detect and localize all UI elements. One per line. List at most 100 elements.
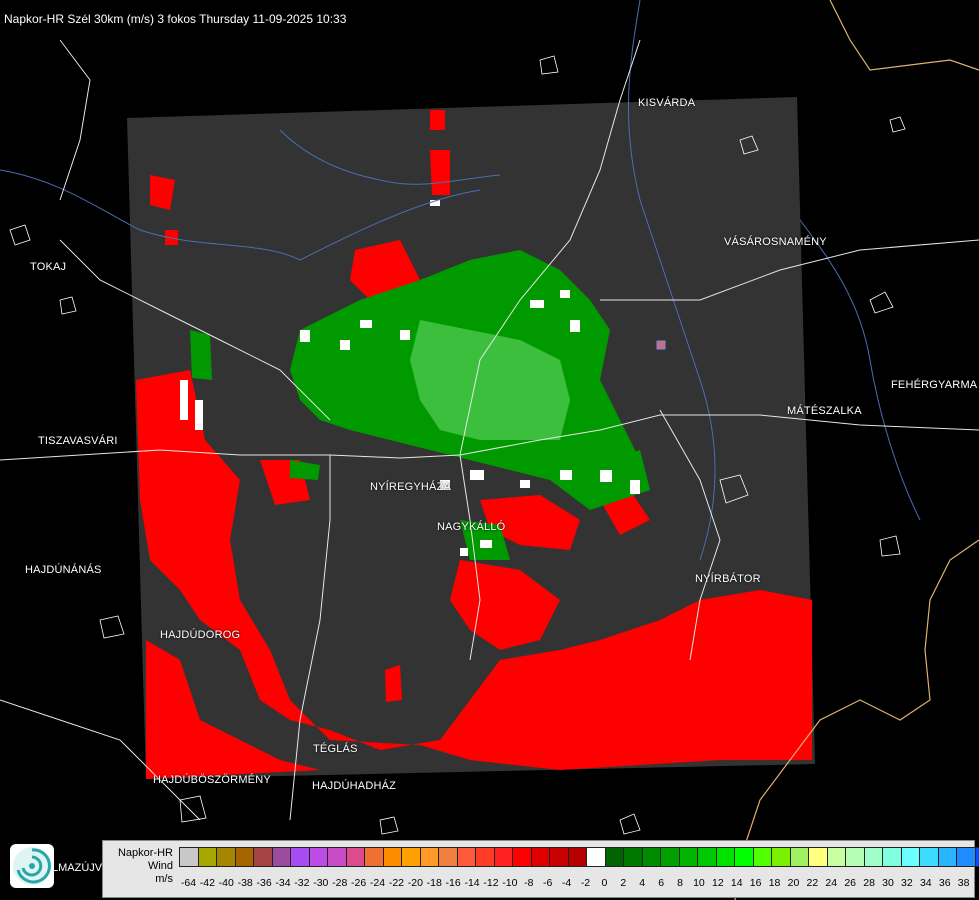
legend-swatch xyxy=(845,847,865,867)
legend-swatch xyxy=(752,847,772,867)
legend-tick-label: -22 xyxy=(388,877,405,889)
legend-tick-label: 0 xyxy=(601,877,608,889)
legend-swatch xyxy=(197,847,217,867)
legend-swatch xyxy=(512,847,532,867)
legend-tick-label: -28 xyxy=(332,877,348,889)
legend-swatch xyxy=(937,847,957,867)
legend-tick-label: -16 xyxy=(445,877,461,889)
legend-swatch xyxy=(882,847,902,867)
legend-swatch xyxy=(253,847,273,867)
legend-swatch xyxy=(808,847,828,867)
legend-title-line-3: m/s xyxy=(155,873,173,885)
legend-tick-label: -12 xyxy=(483,877,499,889)
legend-tick-label: 6 xyxy=(658,877,665,889)
city-label-hajduhadhaz: HAJDÚHADHÁZ xyxy=(312,780,397,792)
legend-swatch xyxy=(734,847,754,867)
legend-tick-label: 28 xyxy=(863,877,875,889)
legend-swatch xyxy=(604,847,624,867)
legend-tick-label: 2 xyxy=(620,877,627,889)
legend-tick-label: -38 xyxy=(237,877,253,889)
map-title: Napkor-HR Szél 30km (m/s) 3 fokos Thursd… xyxy=(4,12,347,26)
legend-tick-label: 10 xyxy=(693,877,705,889)
color-legend: Napkor-HR Wind m/s -64 -42 -40 -38 -36 -34 -32… xyxy=(102,840,979,898)
legend-swatch xyxy=(826,847,846,867)
legend-tick-label: -24 xyxy=(369,877,386,889)
city-label-hajduboszormeny: HAJDÚBÖSZÖRMÉNY xyxy=(153,774,271,786)
legend-tick-label: -36 xyxy=(256,877,272,889)
legend-tick-label: -32 xyxy=(294,877,310,889)
radar-map[interactable]: 38 xyxy=(0,0,979,900)
legend-tick-label: 24 xyxy=(825,877,838,889)
legend-swatch xyxy=(678,847,698,867)
legend-swatch xyxy=(956,847,976,867)
legend-ticks: -64 -42 -40 -38 -36 -34 -32 -30 -28 -26 -24 -22 -20-… xyxy=(179,877,979,891)
legend-tick-label: 8 xyxy=(677,877,683,889)
legend-tick-label: -14 xyxy=(464,877,480,889)
legend-tick-label: 32 xyxy=(901,877,913,889)
legend-tick-label: -42 xyxy=(199,877,215,889)
app-logo xyxy=(10,844,54,888)
city-label-nyiregyhaza: NYÍREGYHÁZA xyxy=(370,481,452,493)
legend-swatch xyxy=(271,847,291,867)
legend-title: Napkor-HR Wind m/s xyxy=(107,847,173,886)
legend-swatch xyxy=(475,847,495,867)
legend-swatch xyxy=(715,847,735,867)
city-label-mateszalka: MÁTÉSZALKA xyxy=(787,405,862,417)
radar-site-marker xyxy=(656,340,666,350)
legend-swatch xyxy=(308,847,328,867)
legend-swatch xyxy=(179,847,199,867)
legend-swatch xyxy=(549,847,569,867)
legend-swatch xyxy=(586,847,606,867)
legend-tick-label: -18 xyxy=(426,877,442,889)
legend-swatch xyxy=(567,847,587,867)
city-label-teglas: TÉGLÁS xyxy=(313,743,358,755)
legend-swatch xyxy=(641,847,661,867)
city-label-vasarosnameny: VÁSÁROSNAMÉNY xyxy=(724,236,827,248)
legend-tick-label: -10 xyxy=(502,877,518,889)
legend-tick-label: 14 xyxy=(730,877,743,889)
legend-tick-label: -30 xyxy=(313,877,329,889)
legend-tick-label: -8 xyxy=(524,877,534,889)
legend-tick-label: 12 xyxy=(711,877,724,889)
legend-swatch xyxy=(345,847,365,867)
legend-swatch xyxy=(234,847,254,867)
city-label-hajdunanas: HAJDÚNÁNÁS xyxy=(25,564,102,576)
legend-swatch xyxy=(789,847,809,867)
legend-swatch xyxy=(900,847,920,867)
legend-swatch xyxy=(863,847,883,867)
legend-swatch xyxy=(660,847,680,867)
legend-tick-label: 16 xyxy=(749,877,762,889)
city-label-kisvarda: KISVÁRDA xyxy=(638,97,696,109)
legend-title-line-2: Wind xyxy=(147,860,173,872)
legend-swatch xyxy=(456,847,476,867)
city-label-tiszavasvari: TISZAVASVÁRI xyxy=(38,435,118,447)
legend-swatch xyxy=(401,847,421,867)
legend-tick-label: 40 xyxy=(973,877,979,891)
legend-swatch xyxy=(697,847,717,867)
legend-swatches xyxy=(179,847,979,867)
legend-tick-label: 4 xyxy=(639,877,646,889)
legend-tick-label: -34 xyxy=(275,877,291,889)
legend-swatch xyxy=(493,847,513,867)
legend-tick-label: 18 xyxy=(768,877,781,889)
legend-swatch xyxy=(290,847,310,867)
city-label-hajdudorog: HAJDÚDOROG xyxy=(160,629,241,641)
legend-tick-label: -6 xyxy=(543,877,553,889)
legend-tick-label: -20 xyxy=(407,877,423,889)
city-label-nyirbator: NYÍRBÁTOR xyxy=(695,573,761,585)
legend-swatch xyxy=(623,847,643,867)
city-label-nagykallo: NAGYKÁLLÓ xyxy=(437,521,506,533)
legend-tick-label: -40 xyxy=(218,877,234,889)
legend-tick-label: -4 xyxy=(561,877,572,889)
legend-tick-label: -2 xyxy=(580,877,591,889)
legend-swatch xyxy=(216,847,236,867)
city-label-tokaj: TOKAJ xyxy=(30,261,67,273)
legend-swatch xyxy=(919,847,939,867)
legend-tick-label: 20 xyxy=(787,877,800,889)
legend-swatch xyxy=(419,847,439,867)
legend-swatch xyxy=(438,847,458,867)
legend-swatch xyxy=(364,847,384,867)
legend-tick-label: 38 xyxy=(957,877,970,889)
legend-tick-label: 22 xyxy=(806,877,819,889)
legend-title-line-1: Napkor-HR xyxy=(117,847,173,859)
